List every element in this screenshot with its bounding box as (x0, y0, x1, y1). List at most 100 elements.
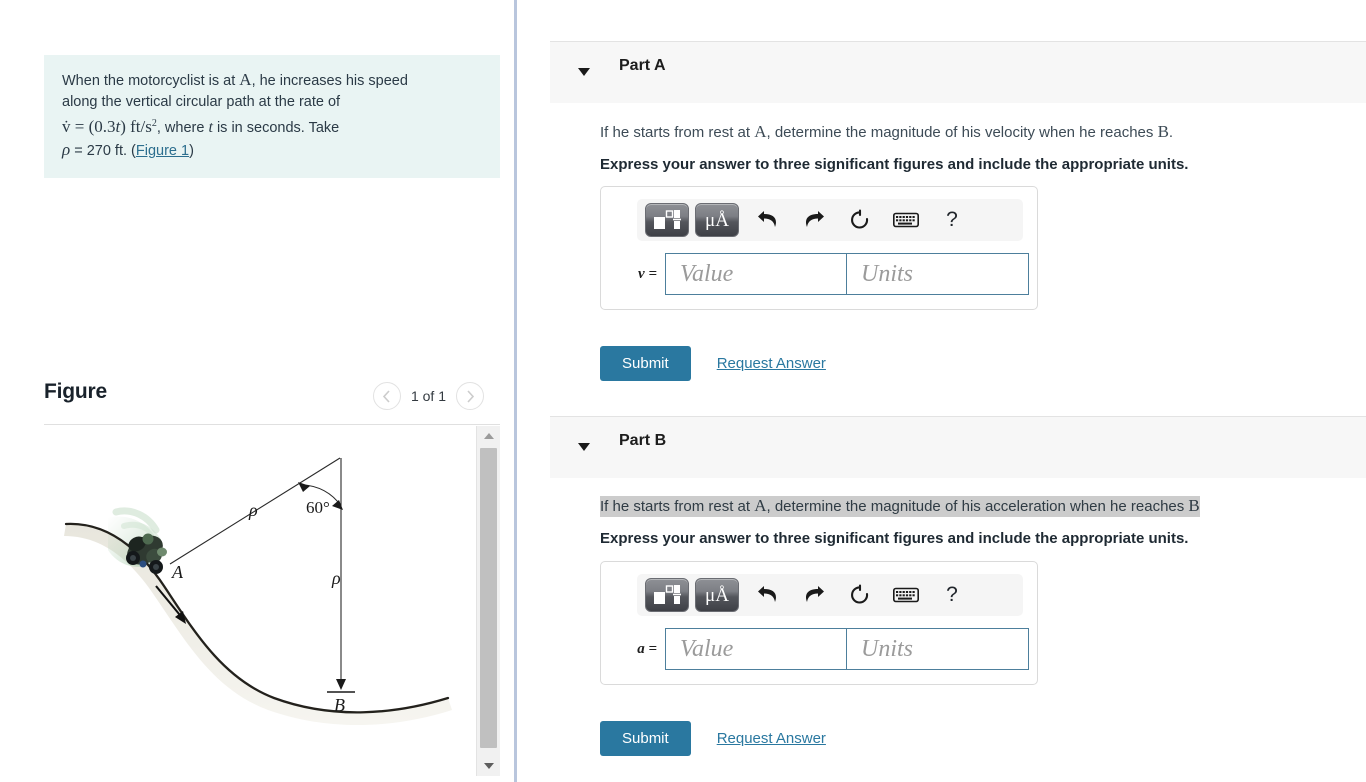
part-a-header[interactable]: Part A (550, 41, 1366, 103)
triangle-up-icon (483, 433, 494, 439)
part-a-submit-row: Submit Request Answer (600, 346, 826, 381)
redo-arrow-icon (806, 586, 824, 602)
part-b-equation-row: a = Value Units (601, 628, 1037, 670)
part-a-value-input[interactable]: Value (665, 253, 847, 295)
figure-next-button[interactable] (456, 382, 484, 410)
label-point-a: A (171, 562, 184, 582)
part-a-request-answer-link[interactable]: Request Answer (717, 355, 826, 372)
units-icon-label: μÅ (705, 584, 729, 606)
problem-text: ) (189, 142, 194, 159)
part-b-answer-box: μÅ ? a = Value Units (600, 561, 1038, 685)
units-button[interactable]: μÅ (695, 578, 739, 612)
reset-circular-arrow-icon (851, 584, 869, 604)
vdot-symbol: v̇ (62, 116, 71, 136)
point-b-symbol: B (1157, 122, 1169, 141)
chevron-left-icon (383, 389, 391, 403)
undo-arrow-icon (758, 586, 776, 602)
triangle-down-icon (483, 763, 494, 769)
math-template-button[interactable] (645, 578, 689, 612)
help-button[interactable]: ? (929, 578, 975, 612)
undo-arrow-icon (758, 211, 776, 227)
angle-arrow-head (298, 482, 310, 492)
caret-down-icon[interactable] (578, 68, 590, 76)
question-text: , determine the magnitude of his acceler… (766, 498, 1189, 515)
question-text: . (1168, 124, 1174, 141)
part-a-instruction: Express your answer to three significant… (600, 156, 1189, 173)
point-a-symbol: A (754, 122, 767, 141)
part-a-units-input[interactable]: Units (847, 253, 1029, 295)
figure-pager: 1 of 1 (372, 382, 484, 410)
part-a-label: Part A (619, 57, 666, 74)
part-b-header[interactable]: Part B (550, 416, 1366, 478)
units-button[interactable]: μÅ (695, 203, 739, 237)
rho-value: = 270 ft. ( (70, 142, 136, 159)
point-b-symbol: B (1188, 496, 1200, 515)
part-a-body: If he starts from rest at A, determine t… (600, 122, 1188, 173)
point-a-symbol: A (239, 70, 252, 89)
math-template-button[interactable] (645, 203, 689, 237)
part-b-label: Part B (619, 432, 667, 449)
redo-button[interactable] (791, 203, 837, 237)
figure-1-link[interactable]: Figure 1 (136, 143, 189, 159)
part-a-question: If he starts from rest at A, determine t… (600, 122, 1188, 143)
part-a-submit-button[interactable]: Submit (600, 346, 691, 381)
part-b-units-input[interactable]: Units (847, 628, 1029, 670)
units-icon-label: μÅ (705, 209, 729, 231)
keyboard-icon (893, 587, 919, 603)
part-b-toolbar: μÅ ? (637, 574, 1023, 616)
right-pane: Part A If he starts from rest at A, dete… (517, 0, 1366, 782)
problem-text: , he increases his speed (251, 73, 408, 89)
problem-text: , where (156, 119, 209, 136)
equation-part: = (0.3 (70, 116, 116, 136)
part-b-submit-button[interactable]: Submit (600, 721, 691, 756)
problem-text: When the motorcyclist is at (62, 73, 240, 89)
left-pane: When the motorcyclist is at A, he increa… (0, 0, 516, 782)
help-icon: ? (946, 583, 958, 606)
part-b-value-input[interactable]: Value (665, 628, 847, 670)
reset-button[interactable] (837, 203, 883, 237)
keyboard-icon (893, 212, 919, 228)
units-part: ) ft/s (120, 116, 152, 136)
figure-prev-button[interactable] (372, 382, 401, 410)
part-b-question: If he starts from rest at A, determine t… (600, 496, 1200, 517)
problem-line-2: along the vertical circular path at the … (62, 94, 341, 110)
label-rho-upper: ρ (248, 500, 258, 520)
figure-pager-label: 1 of 1 (410, 388, 446, 404)
part-a-eq-label: v = (638, 265, 657, 282)
figure-title: Figure (44, 380, 107, 403)
b-arrow-head (336, 679, 346, 690)
problem-page: When the motorcyclist is at A, he increa… (0, 0, 1366, 782)
problem-text: is in seconds. Take (212, 119, 340, 136)
scrollbar-up-button[interactable] (477, 426, 500, 446)
label-point-b: B (334, 695, 345, 715)
point-a-symbol: A (754, 496, 767, 515)
help-icon: ? (946, 208, 958, 231)
caret-down-icon[interactable] (578, 443, 590, 451)
undo-button[interactable] (745, 578, 791, 612)
question-text: If he starts from rest at (600, 498, 755, 515)
help-button[interactable]: ? (929, 203, 975, 237)
label-rho-lower: ρ (331, 568, 341, 588)
part-b-instruction: Express your answer to three significant… (600, 530, 1189, 547)
problem-line-1: When the motorcyclist is at A, he increa… (62, 69, 484, 92)
motorcyclist-ramp-diagram: A ρ ρ 60° B (64, 457, 452, 726)
part-b-request-answer-link[interactable]: Request Answer (717, 730, 826, 747)
figure-frame: A ρ ρ 60° B (44, 424, 500, 776)
reset-button[interactable] (837, 578, 883, 612)
figure-header: Figure 1 of 1 (44, 378, 500, 418)
part-b-eq-label: a = (637, 640, 657, 657)
keyboard-button[interactable] (883, 203, 929, 237)
problem-line-4: ρ = 270 ft. (Figure 1) (62, 139, 484, 162)
scrollbar-thumb[interactable] (480, 448, 497, 748)
scrollbar-down-button[interactable] (477, 756, 500, 776)
question-text: , determine the magnitude of his velocit… (766, 124, 1158, 141)
keyboard-button[interactable] (883, 578, 929, 612)
undo-button[interactable] (745, 203, 791, 237)
part-a-answer-box: μÅ ? v = Value Units (600, 186, 1038, 310)
figure-scrollbar[interactable] (476, 426, 500, 776)
part-a-equation-row: v = Value Units (601, 253, 1037, 295)
label-angle: 60° (306, 498, 330, 517)
math-template-icon (654, 210, 681, 229)
problem-line-3: v̇ = (0.3t) ft/s2, where t is in seconds… (62, 113, 484, 139)
redo-button[interactable] (791, 578, 837, 612)
